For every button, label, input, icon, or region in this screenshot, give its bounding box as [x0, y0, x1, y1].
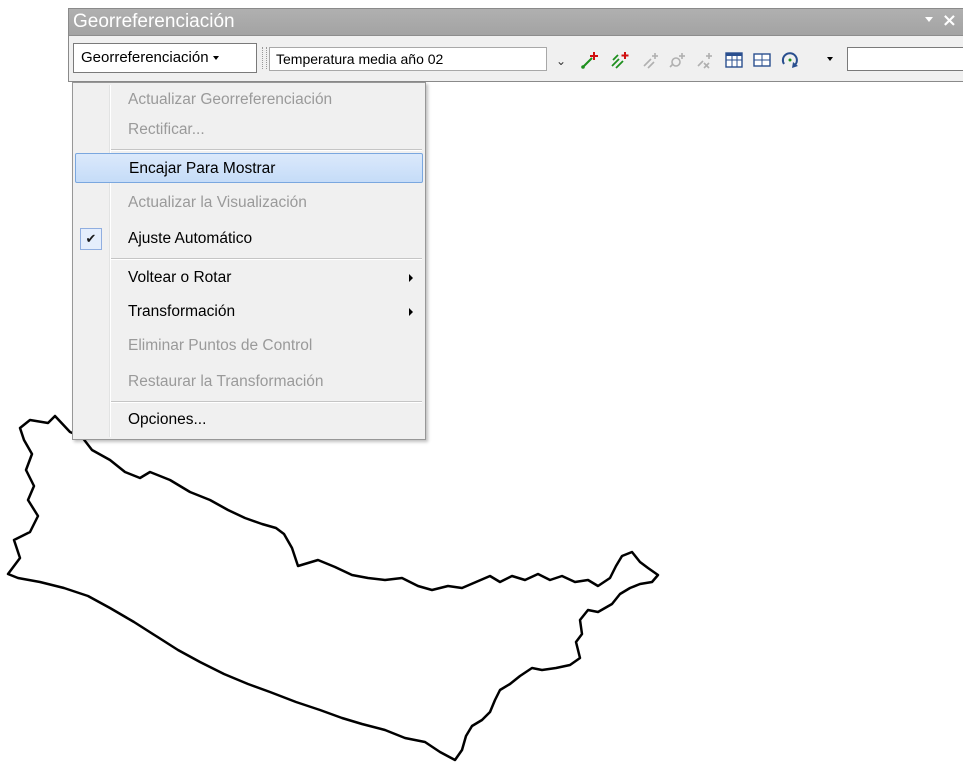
menu-item-update-display[interactable]: Actualizar la Visualización [75, 188, 423, 218]
chevron-down-icon [212, 56, 219, 61]
view-link-table-icon[interactable] [723, 49, 745, 71]
chevron-right-icon [409, 308, 413, 316]
menu-item-reset-transformation[interactable]: Restaurar la Transformación [75, 367, 423, 397]
chevron-right-icon [409, 274, 413, 282]
menu-item-label: Ajuste Automático [128, 230, 253, 247]
check-icon: ✔ [80, 228, 102, 250]
toolbar-controls: Georreferenciación Temperatura media año… [69, 41, 963, 77]
menu-item-auto-adjust[interactable]: ✔ Ajuste Automático [75, 224, 423, 254]
menu-item-rectify[interactable]: Rectificar... [75, 115, 423, 145]
delete-link-icon[interactable] [693, 49, 715, 71]
menu-separator [111, 149, 422, 151]
zoom-to-selected-link-icon[interactable] [666, 49, 688, 71]
menu-item-label: Rectificar... [128, 121, 205, 138]
add-control-points-icon[interactable] [579, 49, 601, 71]
toolbar-title-bar[interactable]: Georreferenciación × [69, 9, 963, 36]
menu-item-options[interactable]: Opciones... [75, 405, 423, 435]
georeferencing-menu: Actualizar Georreferenciación Rectificar… [72, 82, 426, 440]
menu-item-fit-to-display[interactable]: Encajar Para Mostrar [75, 153, 423, 183]
toolbar-title: Georreferenciación [73, 11, 235, 32]
menu-item-transformation[interactable]: Transformación [75, 297, 423, 327]
auto-registration-icon[interactable] [609, 49, 631, 71]
menu-item-flip-rotate[interactable]: Voltear o Rotar [75, 263, 423, 293]
menu-item-label: Voltear o Rotar [128, 269, 232, 286]
menu-item-update-georeferencing[interactable]: Actualizar Georreferenciación [75, 85, 423, 115]
viewer-icon[interactable] [751, 49, 773, 71]
chevron-down-icon[interactable]: ⌄ [556, 50, 566, 72]
georeferencing-menu-button[interactable]: Georreferenciación [73, 43, 257, 73]
chevron-down-icon[interactable] [827, 57, 833, 61]
toolbar-options-dropdown-icon[interactable] [925, 17, 933, 22]
menu-separator [111, 401, 422, 403]
close-icon[interactable]: × [942, 9, 957, 33]
menu-item-label: Actualizar Georreferenciación [128, 91, 333, 108]
menu-item-label: Encajar Para Mostrar [129, 160, 276, 177]
layer-select-value: Temperatura media año 02 [276, 51, 444, 67]
georeferencing-menu-label: Georreferenciación [81, 49, 209, 66]
select-link-icon[interactable] [639, 49, 661, 71]
menu-item-label: Opciones... [128, 411, 207, 428]
menu-item-label: Restaurar la Transformación [128, 373, 324, 390]
menu-item-delete-control-points[interactable]: Eliminar Puntos de Control [75, 331, 423, 361]
rotate-icon[interactable] [779, 49, 801, 71]
menu-item-label: Eliminar Puntos de Control [128, 337, 313, 354]
layer-select[interactable]: Temperatura media año 02 ⌄ [269, 47, 566, 71]
georeferencing-toolbar: Georreferenciación × Georreferenciación … [68, 8, 963, 82]
toolbar-grip[interactable] [262, 47, 267, 69]
menu-item-label: Actualizar la Visualización [128, 194, 307, 211]
menu-item-label: Transformación [128, 303, 236, 320]
coordinate-input[interactable] [847, 47, 963, 71]
menu-separator [111, 258, 422, 260]
